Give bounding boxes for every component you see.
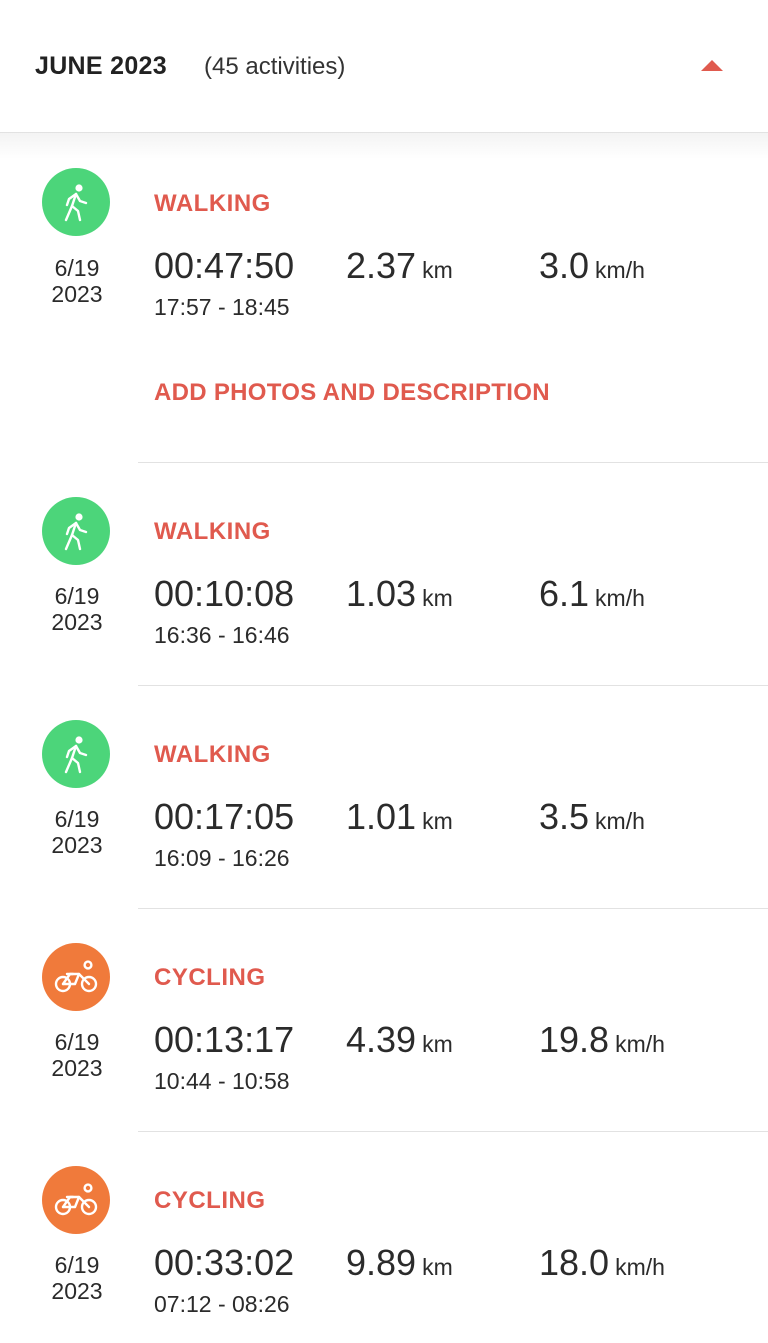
distance-unit: km <box>422 585 453 611</box>
speed-value: 3.5 <box>539 796 590 837</box>
speed-unit: km/h <box>595 585 645 611</box>
activity-type-label: WALKING <box>154 190 271 217</box>
time-range: 16:36 - 16:46 <box>154 622 290 648</box>
date-year: 2023 <box>51 1278 103 1304</box>
duration-value: 00:33:02 <box>154 1242 295 1283</box>
divider <box>138 1131 768 1132</box>
walking-icon <box>64 513 88 551</box>
activity-type-badge <box>42 943 110 1011</box>
distance-value: 1.03 <box>346 573 417 614</box>
distance-unit: km <box>422 808 453 834</box>
speed-unit: km/h <box>595 808 645 834</box>
divider <box>138 462 768 463</box>
activity-date: 6/19 2023 <box>30 255 124 307</box>
walking-icon <box>64 736 88 774</box>
speed-unit: km/h <box>615 1031 665 1057</box>
activity-date: 6/19 2023 <box>30 1252 124 1304</box>
collapse-button[interactable] <box>690 48 734 84</box>
distance: 4.39 km <box>346 1019 453 1061</box>
speed-value: 18.0 <box>539 1242 610 1283</box>
date-year: 2023 <box>51 609 103 635</box>
date-month-day: 6/19 <box>54 583 100 609</box>
activity-date: 6/19 2023 <box>30 806 124 858</box>
distance-value: 1.01 <box>346 796 417 837</box>
activity-date: 6/19 2023 <box>30 1029 124 1081</box>
distance-unit: km <box>422 1031 453 1057</box>
date-year: 2023 <box>51 281 103 307</box>
divider <box>138 685 768 686</box>
add-photos-description-link[interactable]: ADD PHOTOS AND DESCRIPTION <box>154 379 550 407</box>
activity-type-label: CYCLING <box>154 964 266 991</box>
speed-value: 19.8 <box>539 1019 610 1060</box>
distance: 9.89 km <box>346 1242 453 1284</box>
speed-value: 3.0 <box>539 245 590 286</box>
duration: 00:47:50 <box>154 245 294 287</box>
time-range: 17:57 - 18:45 <box>154 294 290 320</box>
date-month-day: 6/19 <box>54 806 100 832</box>
activity-type-badge <box>42 720 110 788</box>
distance: 1.03 km <box>346 573 453 615</box>
cycling-icon <box>54 1183 98 1216</box>
date-month-day: 6/19 <box>54 1252 100 1278</box>
date-year: 2023 <box>51 1055 103 1081</box>
walking-icon <box>64 184 88 222</box>
distance-value: 9.89 <box>346 1242 417 1283</box>
month-header[interactable]: JUNE 2023 (45 activities) <box>0 0 768 133</box>
distance-value: 4.39 <box>346 1019 417 1060</box>
distance-unit: km <box>422 1254 453 1280</box>
duration-value: 00:47:50 <box>154 245 295 286</box>
activity-type-label: CYCLING <box>154 1187 266 1214</box>
speed: 3.5 km/h <box>539 796 645 838</box>
cycling-icon <box>54 960 98 993</box>
activity-type-badge <box>42 497 110 565</box>
duration-value: 00:17:05 <box>154 796 295 837</box>
time-range: 10:44 - 10:58 <box>154 1068 290 1094</box>
speed: 3.0 km/h <box>539 245 645 287</box>
speed: 19.8 km/h <box>539 1019 665 1061</box>
activity-type-badge <box>42 168 110 236</box>
duration: 00:17:05 <box>154 796 294 838</box>
speed: 18.0 km/h <box>539 1242 665 1284</box>
date-month-day: 6/19 <box>54 255 100 281</box>
activity-count: (45 activities) <box>204 53 346 80</box>
time-range: 07:12 - 08:26 <box>154 1291 290 1317</box>
activity-type-label: WALKING <box>154 518 271 545</box>
duration: 00:33:02 <box>154 1242 294 1284</box>
distance: 2.37 km <box>346 245 453 287</box>
activity-date: 6/19 2023 <box>30 583 124 635</box>
duration: 00:13:17 <box>154 1019 294 1061</box>
activity-type-label: WALKING <box>154 741 271 768</box>
speed-unit: km/h <box>595 257 645 283</box>
distance-value: 2.37 <box>346 245 417 286</box>
month-title: JUNE 2023 <box>35 52 167 80</box>
speed: 6.1 km/h <box>539 573 645 615</box>
divider <box>138 908 768 909</box>
speed-value: 6.1 <box>539 573 590 614</box>
speed-unit: km/h <box>615 1254 665 1280</box>
duration-value: 00:10:08 <box>154 573 295 614</box>
activity-type-badge <box>42 1166 110 1234</box>
header-shadow <box>0 133 768 159</box>
date-month-day: 6/19 <box>54 1029 100 1055</box>
distance-unit: km <box>422 257 453 283</box>
duration: 00:10:08 <box>154 573 294 615</box>
caret-up-icon <box>701 60 723 71</box>
date-year: 2023 <box>51 832 103 858</box>
time-range: 16:09 - 16:26 <box>154 845 290 871</box>
duration-value: 00:13:17 <box>154 1019 295 1060</box>
distance: 1.01 km <box>346 796 453 838</box>
